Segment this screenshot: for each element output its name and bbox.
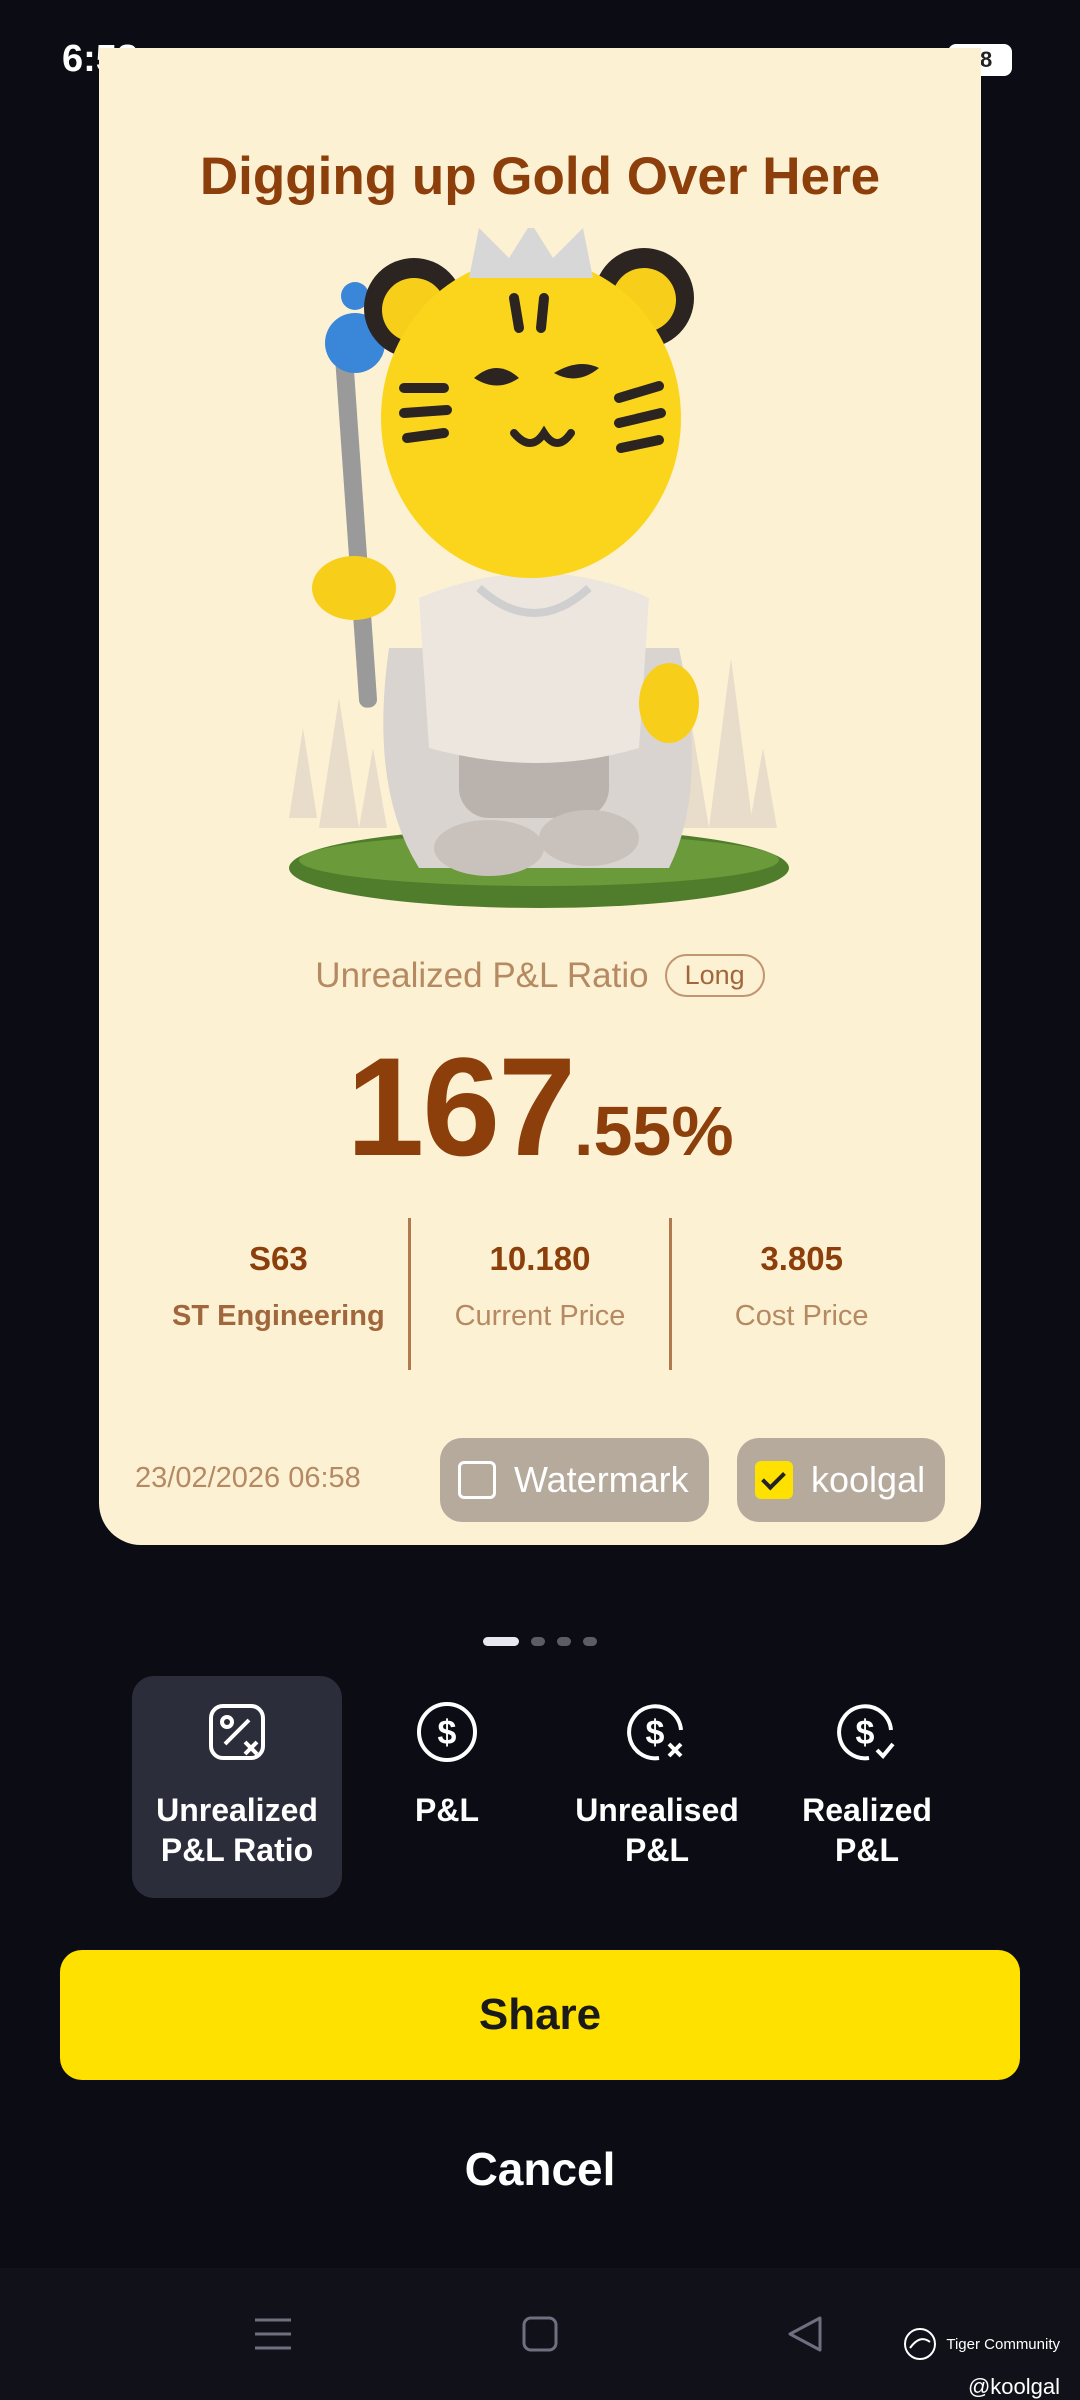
toggle-label: Watermark (514, 1459, 689, 1500)
stat-value: 3.805 (760, 1240, 843, 1277)
svg-text:$: $ (646, 1714, 665, 1752)
pnl-ratio-decimal: .55% (574, 1092, 734, 1170)
type-label: P&L (415, 1792, 479, 1828)
stat-label: ST Engineering (171, 1300, 385, 1332)
pnl-share-card: Digging up Gold Over Here Unrealized P&L… (99, 48, 981, 1545)
checkbox-icon (458, 1461, 496, 1499)
percent-card-icon (209, 1704, 265, 1760)
position-badge: Long (664, 954, 765, 997)
tiger-logo-icon (904, 2328, 937, 2360)
stat-cost-price: 3.805 Cost Price (669, 1218, 931, 1370)
type-realized-pnl[interactable]: $ Realized P&L (762, 1676, 972, 1898)
stat-label: Cost Price (734, 1300, 869, 1332)
type-pnl[interactable]: $ P&L (342, 1676, 552, 1898)
share-button[interactable]: Share (60, 1950, 1020, 2080)
page-dot[interactable] (583, 1637, 597, 1646)
status-bar (0, 0, 1080, 50)
watermark-brand-text: Tiger Community (946, 2335, 1060, 2353)
toggle-label: koolgal (811, 1459, 926, 1500)
home-icon[interactable] (516, 2310, 564, 2358)
pnl-ratio-integer: 167 (346, 1028, 576, 1185)
stock-stats: S63 ST Engineering 10.180 Current Price … (149, 1218, 931, 1370)
page-dot[interactable] (557, 1637, 571, 1646)
page-indicator (0, 1637, 1080, 1646)
watermark-toggle[interactable]: Watermark (440, 1438, 709, 1522)
cancel-button[interactable]: Cancel (0, 2142, 1080, 2196)
stat-ticker: S63 ST Engineering (149, 1218, 408, 1370)
stat-value: S63 (248, 1240, 308, 1277)
page-dot[interactable] (531, 1637, 545, 1646)
pnl-ratio-value: 167.55% (99, 1026, 981, 1188)
watermark-user: @koolgal (967, 2374, 1060, 2399)
username-toggle[interactable]: koolgal (737, 1438, 946, 1522)
card-timestamp: 23/02/2026 06:58 (135, 1462, 361, 1494)
type-label: Unrealised P&L (575, 1792, 739, 1868)
type-label: Unrealized P&L Ratio (156, 1792, 318, 1868)
ratio-label: Unrealized P&L Ratio (315, 955, 649, 995)
page-dot-active[interactable] (483, 1637, 519, 1646)
community-watermark: Tiger Community @koolgal (900, 2326, 1060, 2400)
type-unrealised-pnl[interactable]: $ Unrealised P&L (552, 1676, 762, 1898)
dollar-x-icon: $ (627, 1704, 683, 1761)
back-icon[interactable] (782, 2310, 830, 2358)
svg-text:$: $ (438, 1714, 457, 1752)
svg-text:$: $ (856, 1714, 875, 1752)
type-unrealized-pnl-ratio[interactable]: Unrealized P&L Ratio (132, 1676, 342, 1898)
watermark-brand: Tiger Community (900, 2326, 1060, 2362)
card-type-selector: Unrealized P&L Ratio $ P&L $ Unrealised … (132, 1676, 972, 1898)
checkbox-checked-icon (755, 1461, 793, 1499)
stat-label: Current Price (454, 1300, 626, 1332)
type-label: Realized P&L (802, 1792, 932, 1868)
dollar-check-icon: $ (837, 1704, 895, 1761)
stat-value: 10.180 (489, 1240, 591, 1277)
card-title: Digging up Gold Over Here (199, 147, 881, 206)
stat-current-price: 10.180 Current Price (407, 1218, 670, 1370)
menu-icon[interactable] (249, 2310, 297, 2358)
dollar-circle-icon: $ (417, 1702, 477, 1762)
ratio-header: Unrealized P&L Ratio Long (99, 954, 981, 997)
tiger-king-mascot-image (289, 228, 789, 908)
